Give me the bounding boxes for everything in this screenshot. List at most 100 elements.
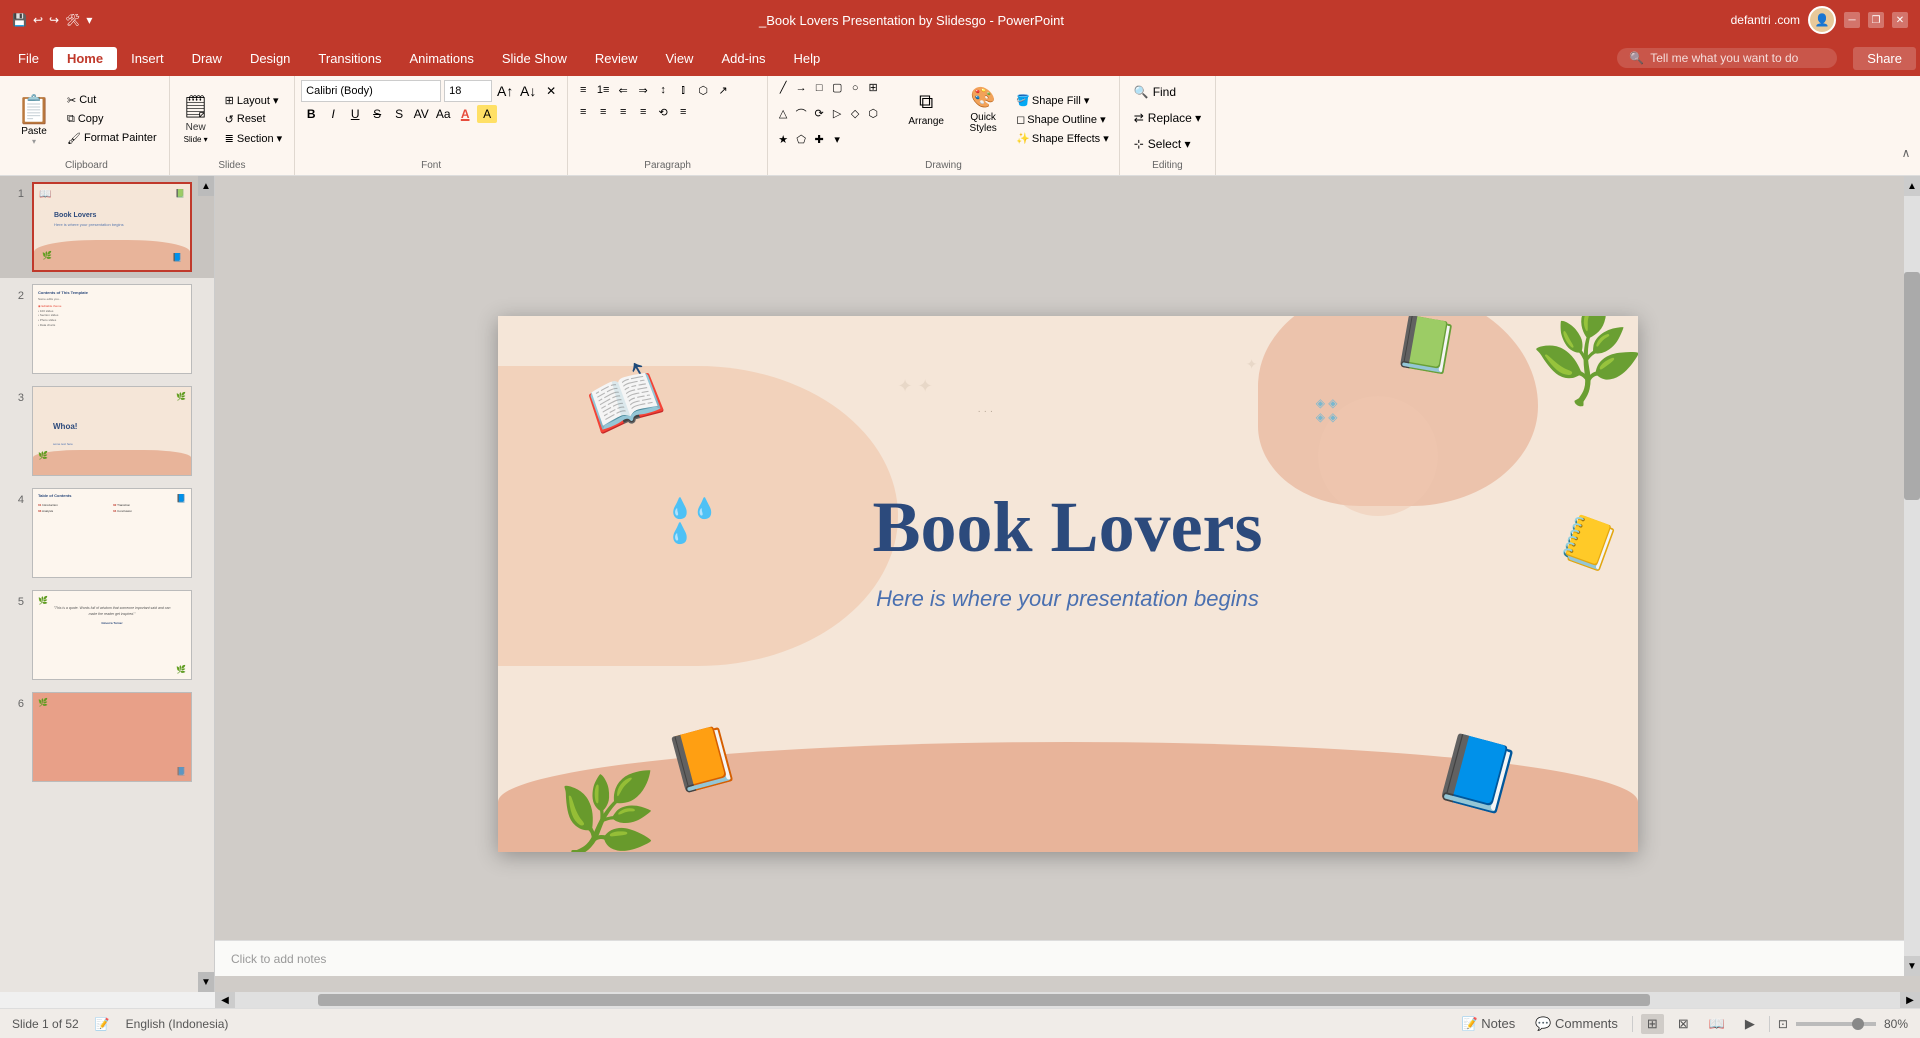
shape-cross[interactable]: ✚	[810, 132, 828, 147]
reset-button[interactable]: ↺ Reset	[219, 110, 289, 128]
zoom-thumb[interactable]	[1852, 1018, 1864, 1030]
slide-preview-3[interactable]: 🌿 🌿 Whoa! some text here	[32, 386, 192, 476]
font-color-button[interactable]: A	[455, 105, 475, 123]
font-shrink-button[interactable]: A↓	[518, 82, 538, 100]
select-button[interactable]: ⊹ Select ▾	[1126, 132, 1209, 156]
align-center-button[interactable]: ≡	[594, 103, 612, 121]
reading-view-button[interactable]: 📖	[1703, 1014, 1731, 1034]
save-icon[interactable]: 💾	[12, 13, 27, 27]
slide-thumbnail-3[interactable]: 3 🌿 🌿 Whoa! some text here	[0, 380, 214, 482]
zoom-slider[interactable]	[1796, 1022, 1876, 1026]
menu-help[interactable]: Help	[780, 47, 835, 70]
copy-button[interactable]: ⧉ Copy	[61, 110, 163, 128]
strikethrough-button[interactable]: S	[367, 105, 387, 123]
font-grow-button[interactable]: A↑	[495, 82, 515, 100]
restore-button[interactable]: ❐	[1868, 12, 1884, 28]
customize-icon[interactable]: 🛠	[65, 13, 80, 27]
shape-expand[interactable]: ⊞	[864, 80, 882, 95]
redo-icon[interactable]: ↪	[49, 13, 59, 27]
menu-addins[interactable]: Add-ins	[707, 47, 779, 70]
font-size-input[interactable]	[444, 80, 492, 102]
slide-preview-5[interactable]: 🌿 🌿 "This is a quote. Words full of wisd…	[32, 590, 192, 680]
slide-preview-6[interactable]: 🌿 📘	[32, 692, 192, 782]
italic-button[interactable]: I	[323, 105, 343, 123]
slide-thumbnail-2[interactable]: 2 Contents of This Template Some edits y…	[0, 278, 214, 380]
shape-effects-button[interactable]: ✨ Shape Effects ▾	[1012, 129, 1113, 147]
menu-view[interactable]: View	[652, 47, 708, 70]
menu-home[interactable]: Home	[53, 47, 117, 70]
slide-sorter-button[interactable]: ⊠	[1672, 1014, 1695, 1034]
section-button[interactable]: ≣ Section ▾	[219, 129, 289, 147]
search-box[interactable]: 🔍 Tell me what you want to do	[1617, 48, 1837, 68]
align-text-button[interactable]: ≡	[674, 103, 692, 121]
shape-arrow[interactable]: →	[792, 80, 810, 95]
justify-button[interactable]: ≡	[634, 103, 652, 121]
paste-dropdown[interactable]: ▾	[32, 137, 36, 146]
shape-pentagon[interactable]: ⬠	[792, 132, 810, 147]
shape-fill-button[interactable]: 🪣 Shape Fill ▾	[1012, 91, 1113, 109]
shape-curve[interactable]: ⌒	[792, 106, 810, 121]
convert-button[interactable]: ↗	[714, 81, 732, 99]
slide-preview-2[interactable]: Contents of This Template Some edits you…	[32, 284, 192, 374]
align-right-button[interactable]: ≡	[614, 103, 632, 121]
shape-hex[interactable]: ⬡	[864, 106, 882, 121]
fit-slide-button[interactable]: ⊡	[1778, 1017, 1788, 1031]
vscroll-up[interactable]: ▲	[1904, 176, 1920, 196]
new-slide-dropdown[interactable]: Slide ▾	[184, 135, 208, 144]
replace-button[interactable]: ⇄ Replace ▾	[1126, 106, 1209, 130]
arrange-button[interactable]: ⧉ Arrange	[898, 80, 954, 138]
notes-placeholder[interactable]: Click to add notes	[231, 952, 326, 966]
vscroll-track[interactable]	[1904, 196, 1920, 956]
align-left-button[interactable]: ≡	[574, 103, 592, 121]
shadow-button[interactable]: S	[389, 105, 409, 123]
undo-icon[interactable]: ↩	[33, 13, 43, 27]
close-button[interactable]: ✕	[1892, 12, 1908, 28]
bold-button[interactable]: B	[301, 105, 321, 123]
menu-draw[interactable]: Draw	[178, 47, 236, 70]
smartart-button[interactable]: ⬡	[694, 81, 712, 99]
increase-indent-button[interactable]: ⇒	[634, 81, 652, 99]
minimize-button[interactable]: ─	[1844, 12, 1860, 28]
share-button[interactable]: Share	[1853, 47, 1916, 70]
paste-button[interactable]: 📋 Paste ▾	[10, 90, 58, 148]
shape-outline-button[interactable]: ◻ Shape Outline ▾	[1012, 110, 1113, 128]
shape-rect[interactable]: □	[810, 80, 828, 95]
slideshow-button[interactable]: ▶	[1739, 1014, 1761, 1034]
menu-file[interactable]: File	[4, 47, 53, 70]
bullets-button[interactable]: ≡	[574, 81, 592, 99]
vscroll-thumb[interactable]	[1904, 272, 1920, 500]
main-slide[interactable]: ↑ 🌿 📖 📗 📙 📘 📒 🌿 💧💧💧 ✦ ✦ ✦ · · · ◈ ◈◈ ◈ B…	[498, 316, 1638, 852]
slide-preview-1[interactable]: 📖 📗 🌿 📘 Book Lovers Here is where your p…	[32, 182, 192, 272]
numbering-button[interactable]: 1≡	[594, 81, 612, 99]
hscroll-left[interactable]: ◀	[215, 992, 235, 1008]
slide-preview-4[interactable]: Table of Contents 01 Introduction 02 Tra…	[32, 488, 192, 578]
find-button[interactable]: 🔍 Find	[1126, 80, 1209, 104]
line-spacing-button[interactable]: ↕	[654, 81, 672, 99]
char-spacing-button[interactable]: AV	[411, 105, 431, 123]
shape-star[interactable]: ★	[774, 132, 792, 147]
hscroll-right[interactable]: ▶	[1900, 992, 1920, 1008]
slide-panel-scroll-up[interactable]: ▲	[198, 176, 214, 196]
notes-button[interactable]: 📝 Notes	[1455, 1014, 1521, 1034]
slide-thumbnail-6[interactable]: 6 🌿 📘	[0, 686, 214, 788]
slide-main-title[interactable]: Book Lovers	[872, 486, 1262, 569]
vscroll-down[interactable]: ▼	[1904, 956, 1920, 976]
highlight-button[interactable]: A	[477, 105, 497, 123]
shape-diamond[interactable]: ◇	[846, 106, 864, 121]
menu-design[interactable]: Design	[236, 47, 304, 70]
menu-animations[interactable]: Animations	[396, 47, 488, 70]
shape-line[interactable]: ╱	[774, 80, 792, 95]
decrease-indent-button[interactable]: ⇐	[614, 81, 632, 99]
shape-circle[interactable]: ○	[846, 80, 864, 95]
columns-button[interactable]: ⫾	[674, 81, 692, 99]
format-painter-button[interactable]: 🖌 Format Painter	[61, 129, 163, 147]
menu-insert[interactable]: Insert	[117, 47, 178, 70]
slide-thumbnail-5[interactable]: 5 🌿 🌿 "This is a quote. Words full of wi…	[0, 584, 214, 686]
slide-main-subtitle[interactable]: Here is where your presentation begins	[876, 586, 1259, 612]
cut-button[interactable]: ✂ Cut	[61, 91, 163, 109]
normal-view-button[interactable]: ⊞	[1641, 1014, 1664, 1034]
hscroll-track[interactable]	[235, 992, 1900, 1008]
shape-round[interactable]: ▢	[828, 80, 846, 95]
clear-format-button[interactable]: ✕	[541, 82, 561, 100]
hscroll-thumb[interactable]	[318, 994, 1650, 1006]
